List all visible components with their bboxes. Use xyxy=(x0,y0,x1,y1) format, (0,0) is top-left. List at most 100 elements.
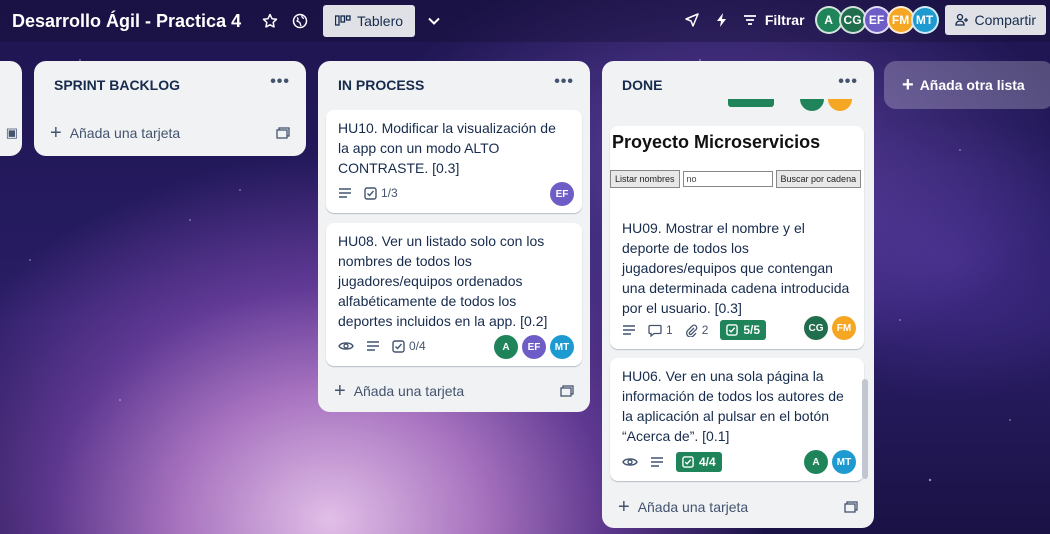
cover-title: Proyecto Microservicios xyxy=(612,132,821,152)
card-title: HU08. Ver un listado solo con los nombre… xyxy=(338,233,548,329)
checklist-count: 0/4 xyxy=(409,339,426,353)
share-button[interactable]: Compartir xyxy=(944,5,1046,35)
board-view-button[interactable]: Tablero xyxy=(323,5,416,37)
share-label: Compartir xyxy=(974,12,1036,28)
plus-icon: + xyxy=(50,122,62,144)
list-in-process: IN PROCESS ••• HU10. Modificar la visual… xyxy=(318,61,590,412)
star-icon[interactable] xyxy=(255,6,285,36)
lightning-icon[interactable] xyxy=(707,5,737,35)
chevron-down-icon[interactable] xyxy=(419,6,449,36)
plus-icon: + xyxy=(334,380,346,402)
avatar[interactable]: MT xyxy=(550,335,574,359)
header-members: A CG EF FM MT xyxy=(814,6,939,34)
checkbox-icon xyxy=(726,324,739,336)
eye-icon xyxy=(338,340,354,352)
card-badges: 1/3 xyxy=(338,186,398,200)
card-badges: 0/4 xyxy=(338,339,426,353)
checklist-count: 5/5 xyxy=(743,323,761,337)
template-icon[interactable]: ▣ xyxy=(6,125,18,141)
comments-badge: 1 xyxy=(648,323,673,337)
plus-icon: + xyxy=(618,496,630,518)
header-right: Filtrar A CG EF FM MT Compartir xyxy=(677,5,1046,35)
avatar[interactable]: FM xyxy=(832,316,856,340)
cover-mock-form: Listar nombres no Buscar por cadena xyxy=(610,170,862,188)
more-icon[interactable]: ••• xyxy=(838,73,858,91)
comment-icon xyxy=(648,324,662,337)
list-title: DONE xyxy=(622,77,663,93)
card-hu09[interactable]: Proyecto Microservicios Listar nombres n… xyxy=(610,126,864,349)
cover-list-button: Listar nombres xyxy=(610,170,680,188)
description-icon xyxy=(338,187,352,199)
filter-label: Filtrar xyxy=(764,12,805,28)
card-members: EF xyxy=(550,182,574,206)
avatar[interactable]: EF xyxy=(522,335,546,359)
card-cover-image: Proyecto Microservicios Listar nombres n… xyxy=(610,132,864,212)
card-hu08[interactable]: HU08. Ver un listado solo con los nombre… xyxy=(326,223,582,366)
card-clipped xyxy=(610,99,866,113)
list-header[interactable]: SPRINT BACKLOG ••• xyxy=(34,61,306,109)
avatar[interactable]: MT xyxy=(832,450,856,474)
paperclip-icon xyxy=(685,324,698,337)
card-hu06[interactable]: HU06. Ver en una sola página la informac… xyxy=(610,358,864,481)
send-icon[interactable] xyxy=(677,5,707,35)
more-icon[interactable]: ••• xyxy=(554,73,574,91)
template-icon[interactable] xyxy=(844,501,858,513)
add-card-button[interactable]: + Añada una tarjeta xyxy=(334,377,574,405)
comment-count: 1 xyxy=(666,323,673,337)
checkbox-icon xyxy=(364,186,377,200)
card-title: HU09. Mostrar el nombre y el deporte de … xyxy=(622,220,850,316)
card-members: A EF MT xyxy=(494,335,574,359)
checklist-badge: 0/4 xyxy=(392,339,426,353)
add-card-button[interactable]: + Añada una tarjeta xyxy=(618,493,858,521)
card-hu10[interactable]: HU10. Modificar la visualización de la a… xyxy=(326,110,582,213)
description-icon xyxy=(622,324,636,336)
add-list-button[interactable]: + Añada otra lista xyxy=(884,61,1050,109)
add-card-label: Añada una tarjeta xyxy=(353,383,465,399)
list-title: SPRINT BACKLOG xyxy=(54,77,180,93)
list-title: IN PROCESS xyxy=(338,77,425,93)
card-badges: 1 2 5/5 xyxy=(622,320,767,340)
template-icon[interactable] xyxy=(560,385,574,397)
description-icon xyxy=(366,340,380,352)
avatar[interactable]: A xyxy=(804,450,828,474)
checklist-count: 4/4 xyxy=(699,455,716,469)
add-card-label: Añada una tarjeta xyxy=(637,499,749,515)
eye-icon xyxy=(622,456,638,468)
card-members: A MT xyxy=(804,450,856,474)
checkbox-icon xyxy=(682,456,694,468)
board-title[interactable]: Desarrollo Ágil - Practica 4 xyxy=(12,11,241,32)
board-header: Desarrollo Ágil - Practica 4 Tablero Fil… xyxy=(0,0,1050,42)
checkbox-icon xyxy=(392,339,405,353)
avatar[interactable]: CG xyxy=(804,316,828,340)
list-partial-left: ▣ xyxy=(0,61,22,156)
plus-icon: + xyxy=(902,74,914,96)
checklist-badge: 4/4 xyxy=(676,452,722,472)
board-icon xyxy=(335,15,351,26)
add-list-label: Añada otra lista xyxy=(919,77,1025,93)
cover-input: no xyxy=(682,171,773,187)
description-icon xyxy=(650,456,664,468)
checklist-badge: 1/3 xyxy=(364,186,398,200)
cover-search-button: Buscar por cadena xyxy=(775,170,862,188)
card-title: HU10. Modificar la visualización de la a… xyxy=(338,120,556,176)
add-card-label: Añada una tarjeta xyxy=(69,125,181,141)
add-person-icon xyxy=(954,13,968,26)
template-icon[interactable] xyxy=(276,127,290,139)
card-badges: 4/4 xyxy=(622,452,722,472)
list-done: DONE ••• Proyecto Microservicios Listar … xyxy=(602,61,874,528)
avatar[interactable]: EF xyxy=(550,182,574,206)
filter-button[interactable]: Filtrar xyxy=(743,12,805,28)
add-card-button[interactable]: + Añada una tarjeta xyxy=(50,119,290,147)
list-scrollbar[interactable] xyxy=(862,379,868,479)
more-icon[interactable]: ••• xyxy=(270,73,290,91)
avatar[interactable]: A xyxy=(494,335,518,359)
attachment-count: 2 xyxy=(701,323,709,337)
list-header[interactable]: IN PROCESS ••• xyxy=(318,61,590,109)
checklist-badge: 5/5 xyxy=(720,320,767,340)
checklist-count: 1/3 xyxy=(381,186,398,200)
card-members: CG FM xyxy=(804,316,856,340)
avatar[interactable]: MT xyxy=(910,6,939,34)
globe-icon[interactable] xyxy=(285,6,315,36)
view-label: Tablero xyxy=(357,13,404,29)
attachments-badge: 2 xyxy=(685,323,709,337)
